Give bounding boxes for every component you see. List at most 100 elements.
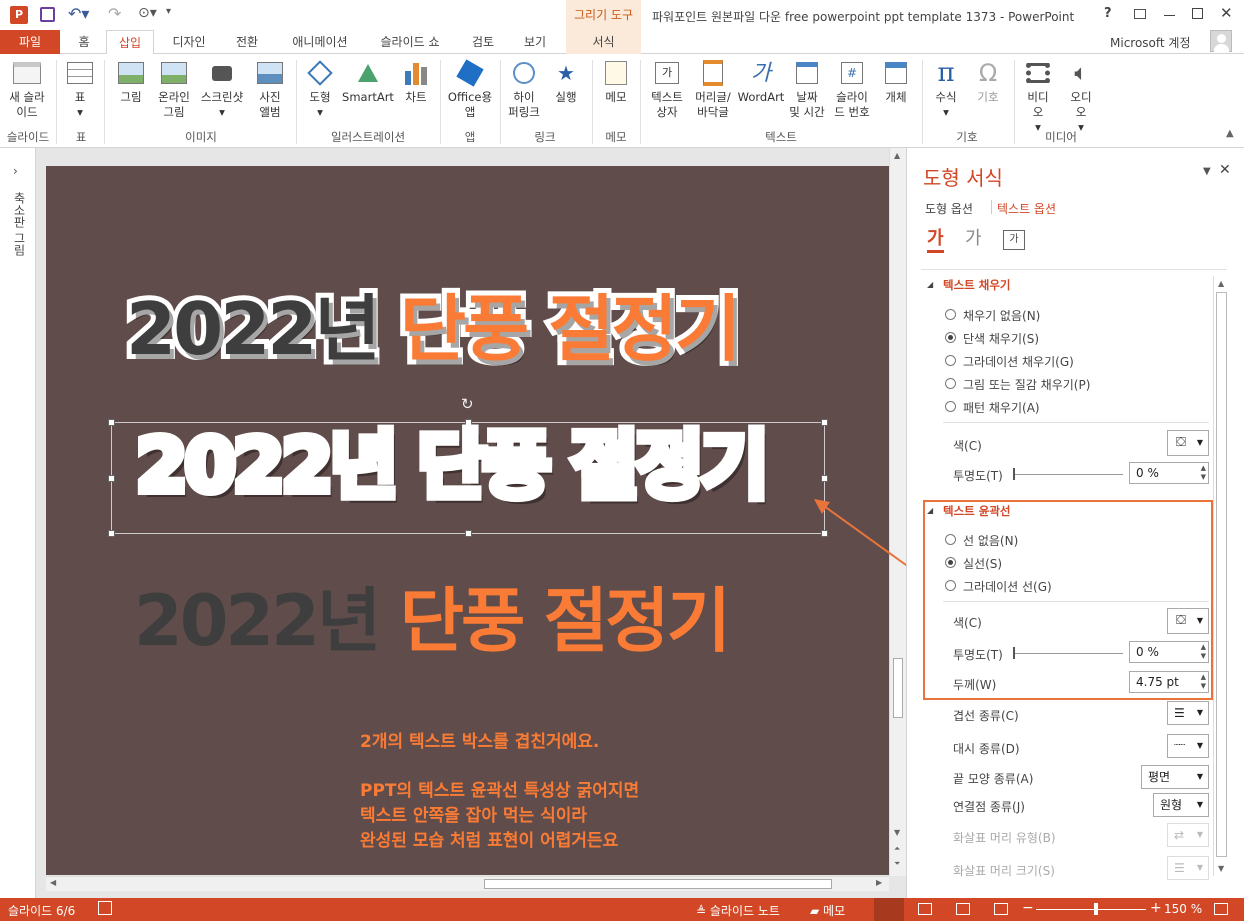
save-icon[interactable]	[40, 7, 55, 22]
prev-slide-icon[interactable]: ⏶	[894, 844, 900, 854]
zoom-slider-thumb[interactable]	[1094, 903, 1098, 915]
fill-section-header[interactable]: 텍스트 채우기	[943, 277, 1010, 293]
video-button[interactable]: 비디 오 ▾	[1018, 58, 1058, 135]
rotate-handle-icon[interactable]: ↻	[461, 395, 474, 413]
fill-transparency-thumb[interactable]	[1013, 468, 1015, 480]
zoom-out-icon[interactable]: −	[1022, 900, 1034, 916]
thumbnail-pane-collapsed[interactable]: › 축소판 그림	[0, 148, 36, 898]
title-line-3[interactable]: 2022년 단풍 절정기	[134, 576, 731, 666]
wordart-button[interactable]: 가 WordArt	[736, 58, 786, 105]
scroll-up-icon[interactable]: ▲	[894, 151, 900, 160]
tab-slideshow[interactable]: 슬라이드 쇼	[368, 30, 452, 54]
pane-scroll-down-icon[interactable]: ▼	[1218, 864, 1224, 873]
editor-horizontal-scrollbar[interactable]: ◀ ▶	[46, 876, 889, 891]
fill-none-radio[interactable]	[945, 309, 956, 320]
text-fill-outline-icon[interactable]: 가	[927, 228, 944, 253]
fill-solid-radio[interactable]	[945, 332, 956, 343]
comment-button[interactable]: 메모	[596, 58, 636, 105]
redo-icon[interactable]: ↷	[108, 4, 121, 23]
pane-close-icon[interactable]: ✕	[1219, 162, 1231, 178]
slide-number-button[interactable]: # 슬라이 드 번호	[828, 58, 876, 120]
textbox-button[interactable]: 가 텍스트 상자	[644, 58, 690, 120]
line-gradient-radio[interactable]	[945, 580, 956, 591]
fill-transparency-slider[interactable]	[1015, 474, 1123, 475]
resize-handle[interactable]	[108, 419, 115, 426]
line-none-radio[interactable]	[945, 534, 956, 545]
shapes-button[interactable]: 도형 ▾	[300, 58, 340, 120]
account-name[interactable]: Microsoft 계정	[1110, 34, 1191, 51]
object-button[interactable]: 개체	[876, 58, 916, 105]
line-transparency-input[interactable]: 0 % ▲ ▼	[1129, 641, 1209, 663]
undo-icon[interactable]: ↶▾	[68, 4, 89, 23]
next-slide-icon[interactable]: ⏷	[894, 859, 900, 869]
equation-button[interactable]: π 수식 ▾	[926, 58, 966, 120]
text-effects-icon[interactable]: 가	[965, 228, 982, 250]
line-transparency-slider[interactable]	[1015, 653, 1123, 654]
help-icon[interactable]: ?	[1104, 6, 1112, 21]
chart-button[interactable]: 차트	[396, 58, 436, 105]
customize-toolbar-icon[interactable]: ▾	[166, 6, 171, 17]
pane-scroll-thumb[interactable]	[1216, 292, 1227, 857]
audio-button[interactable]: 🔈︎ 오디 오 ▾	[1060, 58, 1102, 135]
resize-handle[interactable]	[821, 419, 828, 426]
scroll-down-icon[interactable]: ▼	[894, 828, 900, 837]
title-line-2[interactable]: 2022년 단풍 절정기	[132, 416, 773, 516]
line-transparency-thumb[interactable]	[1013, 647, 1015, 659]
compound-type-dropdown[interactable]: ☰ ▼	[1167, 701, 1209, 725]
outline-section-header[interactable]: 텍스트 윤곽선	[943, 503, 1010, 519]
zoom-level[interactable]: 150 %	[1164, 902, 1202, 916]
tab-home[interactable]: 홈	[64, 30, 104, 54]
notes-button[interactable]: ≜ 슬라이드 노트	[696, 902, 780, 919]
close-icon[interactable]: ✕	[1220, 4, 1233, 22]
tab-insert[interactable]: 삽입	[106, 30, 154, 55]
scroll-left-icon[interactable]: ◀	[50, 878, 56, 887]
picture-button[interactable]: 그림	[110, 58, 152, 105]
tab-text-options[interactable]: 텍스트 옵션	[997, 200, 1056, 217]
slide-sorter-icon[interactable]	[918, 903, 932, 915]
symbol-button[interactable]: Ω 기호	[968, 58, 1008, 105]
comments-button[interactable]: ▰ 메모	[810, 902, 845, 919]
collapse-ribbon-icon[interactable]: ▲	[1226, 128, 1234, 139]
smartart-button[interactable]: SmartArt	[340, 58, 396, 105]
fill-transparency-input[interactable]: 0 % ▲ ▼	[1129, 462, 1209, 484]
screenshot-button[interactable]: 스크린샷 ▾	[196, 58, 248, 120]
line-width-input[interactable]: 4.75 pt ▲ ▼	[1129, 671, 1209, 693]
photo-album-button[interactable]: 사진 앨범	[248, 58, 292, 120]
hyperlink-button[interactable]: 하이 퍼링크	[502, 58, 546, 120]
zoom-slider[interactable]	[1036, 909, 1146, 910]
tab-format[interactable]: 서식	[566, 30, 641, 54]
zoom-in-icon[interactable]: +	[1150, 900, 1162, 916]
collapse-outline-icon[interactable]: ◢	[927, 506, 933, 515]
datetime-button[interactable]: 날짜 및 시간	[786, 58, 828, 120]
powerpoint-logo-icon[interactable]: P	[10, 6, 28, 24]
pane-options-icon[interactable]: ▼	[1203, 166, 1211, 177]
scroll-thumb[interactable]	[893, 658, 903, 718]
title-line-1[interactable]: 2022년 단풍 절정기	[121, 282, 746, 376]
fill-pattern-radio[interactable]	[945, 401, 956, 412]
presentation-start-icon[interactable]: ⊙▾	[138, 5, 157, 21]
tab-shape-options[interactable]: 도형 옵션	[925, 200, 973, 217]
avatar[interactable]	[1210, 30, 1232, 52]
new-slide-button[interactable]: 새 슬라 이드	[4, 58, 50, 120]
resize-handle[interactable]	[108, 475, 115, 482]
resize-handle[interactable]	[465, 530, 472, 537]
table-button[interactable]: 표 ▾	[60, 58, 100, 120]
fit-slide-icon[interactable]	[1214, 903, 1228, 915]
pane-scrollbar[interactable]: ▲ ▼	[1213, 276, 1229, 876]
tab-animations[interactable]: 애니메이션	[278, 30, 362, 54]
ribbon-display-icon[interactable]	[1134, 9, 1146, 19]
tab-design[interactable]: 디자인	[160, 30, 218, 54]
office-app-button[interactable]: Office용 앱	[444, 58, 496, 120]
slide-canvas[interactable]: 2022년 단풍 절정기 ↻ 2022년 단풍 절정기 2022년 단풍 절정기…	[46, 166, 889, 875]
scroll-right-icon[interactable]: ▶	[876, 878, 882, 887]
hscroll-thumb[interactable]	[484, 879, 832, 889]
normal-view-icon[interactable]	[874, 898, 904, 921]
resize-handle[interactable]	[821, 475, 828, 482]
minimize-icon[interactable]	[1164, 15, 1175, 16]
online-picture-button[interactable]: 온라인 그림	[152, 58, 196, 120]
tab-view[interactable]: 보기	[512, 30, 558, 54]
action-button[interactable]: ★ 실행	[546, 58, 586, 105]
header-footer-button[interactable]: 머리글/ 바닥글	[690, 58, 736, 120]
fill-color-picker[interactable]: ⛋ ▼	[1167, 430, 1209, 456]
reading-view-icon[interactable]	[956, 903, 970, 915]
